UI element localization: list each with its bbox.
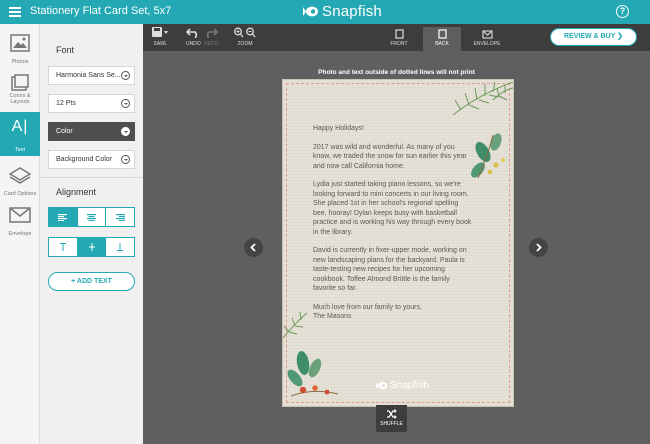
editor-toolbar: SAVE UNDO REDO ZOOM FRONT BACK ENVELOPE … (143, 24, 650, 51)
layouts-icon (11, 74, 29, 91)
card-back-preview[interactable]: Happy Holidays! 2017 was wild and wonder… (282, 79, 514, 407)
rail-item-photos[interactable]: Photos (0, 28, 40, 68)
font-family-value: Harmonia Sans Se... (56, 72, 121, 79)
previous-card-button[interactable] (244, 238, 263, 257)
next-card-button[interactable] (529, 238, 548, 257)
undo-button[interactable]: UNDO (186, 27, 201, 47)
horizontal-alignment-group (48, 207, 135, 227)
print-area-notice: Photo and text outside of dotted lines w… (318, 69, 475, 76)
align-right-button[interactable] (106, 208, 134, 226)
top-bar: Stationery Flat Card Set, 5x7 Snapfish ? (0, 0, 650, 24)
card-front-icon (394, 29, 404, 39)
message-paragraph: 2017 was wild and wonderful. As many of … (313, 143, 467, 170)
message-paragraph: Lydia just started taking piano lessons,… (313, 181, 472, 236)
review-and-buy-button[interactable]: REVIEW & BUY ❯ (550, 28, 637, 46)
rail-label: Text (14, 147, 26, 153)
tab-label: FRONT (390, 41, 408, 47)
align-middle-icon (88, 243, 95, 251)
zoom-controls[interactable]: ZOOM (233, 27, 257, 47)
text-icon: A| (11, 118, 29, 135)
redo-icon (207, 28, 219, 39)
save-button[interactable]: SAVE (152, 27, 168, 47)
tab-front[interactable]: FRONT (380, 27, 418, 51)
font-size-value: 12 Pts (56, 100, 76, 107)
font-size-select[interactable]: 12 Pts (48, 94, 135, 113)
save-icon (152, 27, 168, 37)
snapfish-logo[interactable]: Snapfish (303, 3, 382, 20)
save-label: SAVE (153, 41, 167, 47)
chevron-left-icon (250, 243, 256, 252)
align-center-icon (87, 213, 96, 221)
hamburger-menu-icon[interactable] (9, 5, 21, 19)
vertical-alignment-group (48, 237, 135, 257)
project-title: Stationery Flat Card Set, 5x7 (30, 5, 172, 17)
card-back-icon (437, 29, 447, 39)
alignment-heading: Alignment (56, 187, 97, 197)
undo-icon (186, 28, 198, 39)
message-signoff: Much love from our family to yours, The … (313, 303, 422, 321)
align-left-button[interactable] (49, 208, 78, 226)
redo-label: REDO (204, 41, 219, 47)
fish-icon (376, 381, 388, 390)
rail-item-card-options[interactable]: Card Options (0, 160, 40, 200)
card-message-textbox[interactable]: Happy Holidays! 2017 was wild and wonder… (313, 124, 473, 331)
tab-label: ENVELOPE (473, 41, 501, 47)
align-right-icon (115, 213, 125, 221)
message-paragraph: David is currently in fixer-upper mode, … (313, 247, 467, 292)
fish-icon (303, 6, 318, 17)
align-center-button[interactable] (78, 208, 107, 226)
undo-label: UNDO (186, 41, 201, 47)
card-brand-logo: Snapfish (376, 380, 429, 391)
rail-label: Envelope (8, 231, 32, 237)
align-bottom-button[interactable] (106, 238, 134, 256)
rail-label: Colors & Layouts (9, 93, 31, 105)
tool-rail: Photos Colors & Layouts A| Text Card Opt… (0, 24, 40, 444)
chevron-down-icon (121, 127, 130, 136)
add-text-button[interactable]: + ADD TEXT (48, 272, 135, 291)
tab-back[interactable]: BACK (423, 27, 461, 51)
divider (40, 177, 143, 178)
tab-label: BACK (435, 41, 449, 47)
message-greeting: Happy Holidays! (313, 125, 364, 132)
card-options-icon (8, 167, 32, 184)
chevron-down-icon (121, 155, 130, 164)
shuffle-icon (387, 409, 397, 419)
chevron-right-icon (536, 243, 542, 252)
zoom-icon (234, 27, 256, 38)
photo-icon (10, 34, 30, 52)
rail-item-envelope[interactable]: Envelope (0, 200, 40, 240)
zoom-label: ZOOM (237, 41, 253, 47)
rail-label: Photos (11, 59, 29, 65)
align-left-icon (58, 213, 68, 221)
color-label: Color (56, 128, 73, 135)
align-bottom-icon (117, 243, 124, 251)
rail-label: Card Options (3, 191, 37, 197)
rail-item-colors-layouts[interactable]: Colors & Layouts (0, 68, 40, 108)
card-brand-name: Snapfish (390, 380, 429, 391)
chevron-down-icon (121, 99, 130, 108)
align-top-button[interactable] (49, 238, 78, 256)
shuffle-button[interactable]: SHUFFLE (376, 405, 407, 432)
align-top-icon (59, 243, 66, 251)
rail-item-text[interactable]: A| Text (0, 112, 40, 156)
brand-name: Snapfish (322, 3, 382, 20)
tab-envelope[interactable]: ENVELOPE (464, 27, 510, 51)
background-color-select[interactable]: Background Color (48, 150, 135, 169)
background-color-label: Background Color (56, 156, 113, 163)
font-family-select[interactable]: Harmonia Sans Se... (48, 66, 135, 85)
font-heading: Font (56, 45, 75, 55)
shuffle-label: SHUFFLE (380, 421, 403, 427)
align-middle-button[interactable] (77, 238, 107, 256)
text-properties-panel: Font Harmonia Sans Se... 12 Pts Color Ba… (40, 24, 143, 444)
redo-button[interactable]: REDO (204, 27, 218, 47)
help-icon[interactable]: ? (616, 5, 629, 18)
envelope-icon (9, 207, 31, 223)
envelope-icon (481, 30, 493, 39)
color-select[interactable]: Color (48, 122, 135, 141)
chevron-down-icon (121, 71, 130, 80)
